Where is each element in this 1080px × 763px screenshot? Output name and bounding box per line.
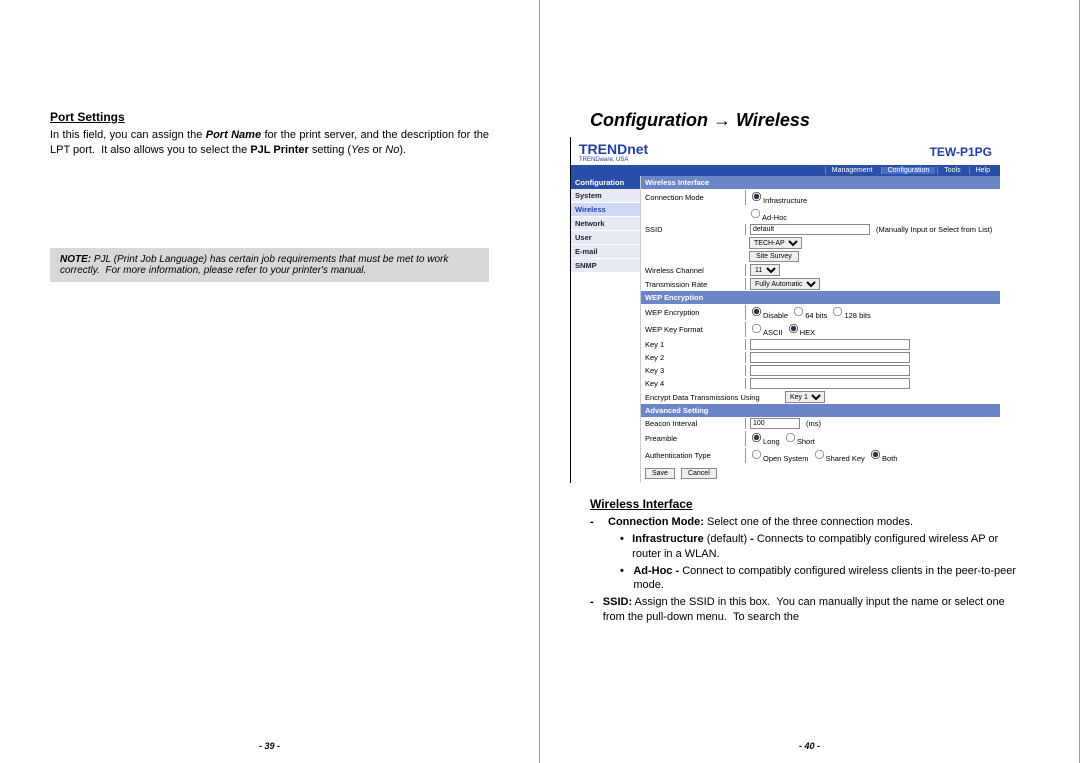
label-key1: Key 1	[645, 340, 745, 349]
radio-hex[interactable]	[789, 324, 798, 333]
sidebar-item-wireless[interactable]: Wireless	[571, 203, 640, 217]
radio-ascii[interactable]	[752, 324, 761, 333]
ssid-input[interactable]	[750, 224, 870, 235]
adhoc-desc: Ad-Hoc - Connect to compatibly configure…	[633, 564, 1029, 594]
infrastructure-desc: Infrastructure (default) - Connects to c…	[632, 532, 1029, 562]
sidebar: Configuration System Wireless Network Us…	[571, 176, 641, 483]
radio-adhoc[interactable]	[751, 209, 760, 218]
right-page: Configuration → Wireless TRENDnet TRENDw…	[540, 0, 1080, 763]
description-list: Connection Mode: Select one of the three…	[590, 515, 1029, 625]
top-nav: Management Configuration Tools Help	[571, 165, 1000, 176]
port-settings-paragraph: In this field, you can assign the Port N…	[50, 128, 489, 158]
wireless-interface-heading: Wireless Interface	[590, 497, 1029, 511]
page-number-right: - 40 -	[540, 741, 1079, 751]
beacon-input[interactable]	[750, 418, 800, 429]
sidebar-item-network[interactable]: Network	[571, 217, 640, 231]
section-advanced: Advanced Setting	[641, 404, 1000, 417]
section-wep: WEP Encryption	[641, 291, 1000, 304]
label-key4: Key 4	[645, 379, 745, 388]
radio-wep-128[interactable]	[833, 307, 842, 316]
key2-input[interactable]	[750, 352, 910, 363]
sidebar-item-user[interactable]: User	[571, 231, 640, 245]
radio-open[interactable]	[752, 450, 761, 459]
key1-input[interactable]	[750, 339, 910, 350]
nav-management[interactable]: Management	[825, 167, 879, 174]
key4-input[interactable]	[750, 378, 910, 389]
ssid-hint: (Manually Input or Select from List)	[876, 225, 992, 234]
nav-configuration[interactable]: Configuration	[881, 167, 936, 174]
radio-both[interactable]	[871, 450, 880, 459]
label-auth-type: Authentication Type	[645, 451, 745, 460]
sidebar-item-email[interactable]: E-mail	[571, 245, 640, 259]
channel-select[interactable]: 11	[750, 264, 780, 276]
sidebar-item-system[interactable]: System	[571, 189, 640, 203]
label-encrypt-using: Encrypt Data Transmissions Using	[645, 393, 785, 402]
ssid-select[interactable]: TECH-AP	[749, 237, 802, 249]
label-channel: Wireless Channel	[645, 266, 745, 275]
label-beacon: Beacon Interval	[645, 419, 745, 428]
label-preamble: Preamble	[645, 434, 745, 443]
radio-wep-64[interactable]	[794, 307, 803, 316]
label-key3: Key 3	[645, 366, 745, 375]
model-label: TEW-P1PG	[930, 145, 992, 159]
label-key2: Key 2	[645, 353, 745, 362]
page-number-left: - 39 -	[0, 741, 539, 751]
brand-logo: TRENDnet TRENDware, USA	[579, 141, 648, 163]
pjl-note-box: NOTE: PJL (Print Job Language) has certa…	[50, 248, 489, 282]
key3-input[interactable]	[750, 365, 910, 376]
nav-help[interactable]: Help	[969, 167, 996, 174]
radio-preamble-short[interactable]	[786, 433, 795, 442]
main-panel: Wireless Interface Connection Mode Infra…	[641, 176, 1000, 483]
rate-select[interactable]: Fully Automatic	[750, 278, 820, 290]
radio-wep-disable[interactable]	[752, 307, 761, 316]
label-key-format: WEP Key Format	[645, 325, 745, 334]
radio-preamble-long[interactable]	[752, 433, 761, 442]
router-interface-screenshot: TRENDnet TRENDware, USA TEW-P1PG Managem…	[570, 137, 1000, 483]
sidebar-item-snmp[interactable]: SNMP	[571, 259, 640, 273]
connection-mode-desc: Connection Mode: Select one of the three…	[608, 515, 913, 530]
radio-shared[interactable]	[815, 450, 824, 459]
left-page: Port Settings In this field, you can ass…	[0, 0, 540, 763]
ssid-desc: SSID: Assign the SSID in this box. You c…	[603, 595, 1029, 625]
save-button[interactable]: Save	[645, 468, 675, 479]
cancel-button[interactable]: Cancel	[681, 468, 717, 479]
section-wireless-interface: Wireless Interface	[641, 176, 1000, 189]
encrypt-key-select[interactable]: Key 1	[785, 391, 825, 403]
label-rate: Transmission Rate	[645, 280, 745, 289]
config-wireless-heading: Configuration → Wireless	[590, 110, 1029, 131]
port-settings-heading: Port Settings	[50, 110, 489, 124]
nav-tools[interactable]: Tools	[937, 167, 966, 174]
sidebar-header: Configuration	[571, 176, 640, 189]
label-ssid: SSID	[645, 225, 745, 234]
label-wep: WEP Encryption	[645, 308, 745, 317]
label-connection-mode: Connection Mode	[645, 193, 745, 202]
radio-infrastructure[interactable]	[752, 192, 761, 201]
site-survey-button[interactable]: Site Survey	[749, 251, 799, 262]
